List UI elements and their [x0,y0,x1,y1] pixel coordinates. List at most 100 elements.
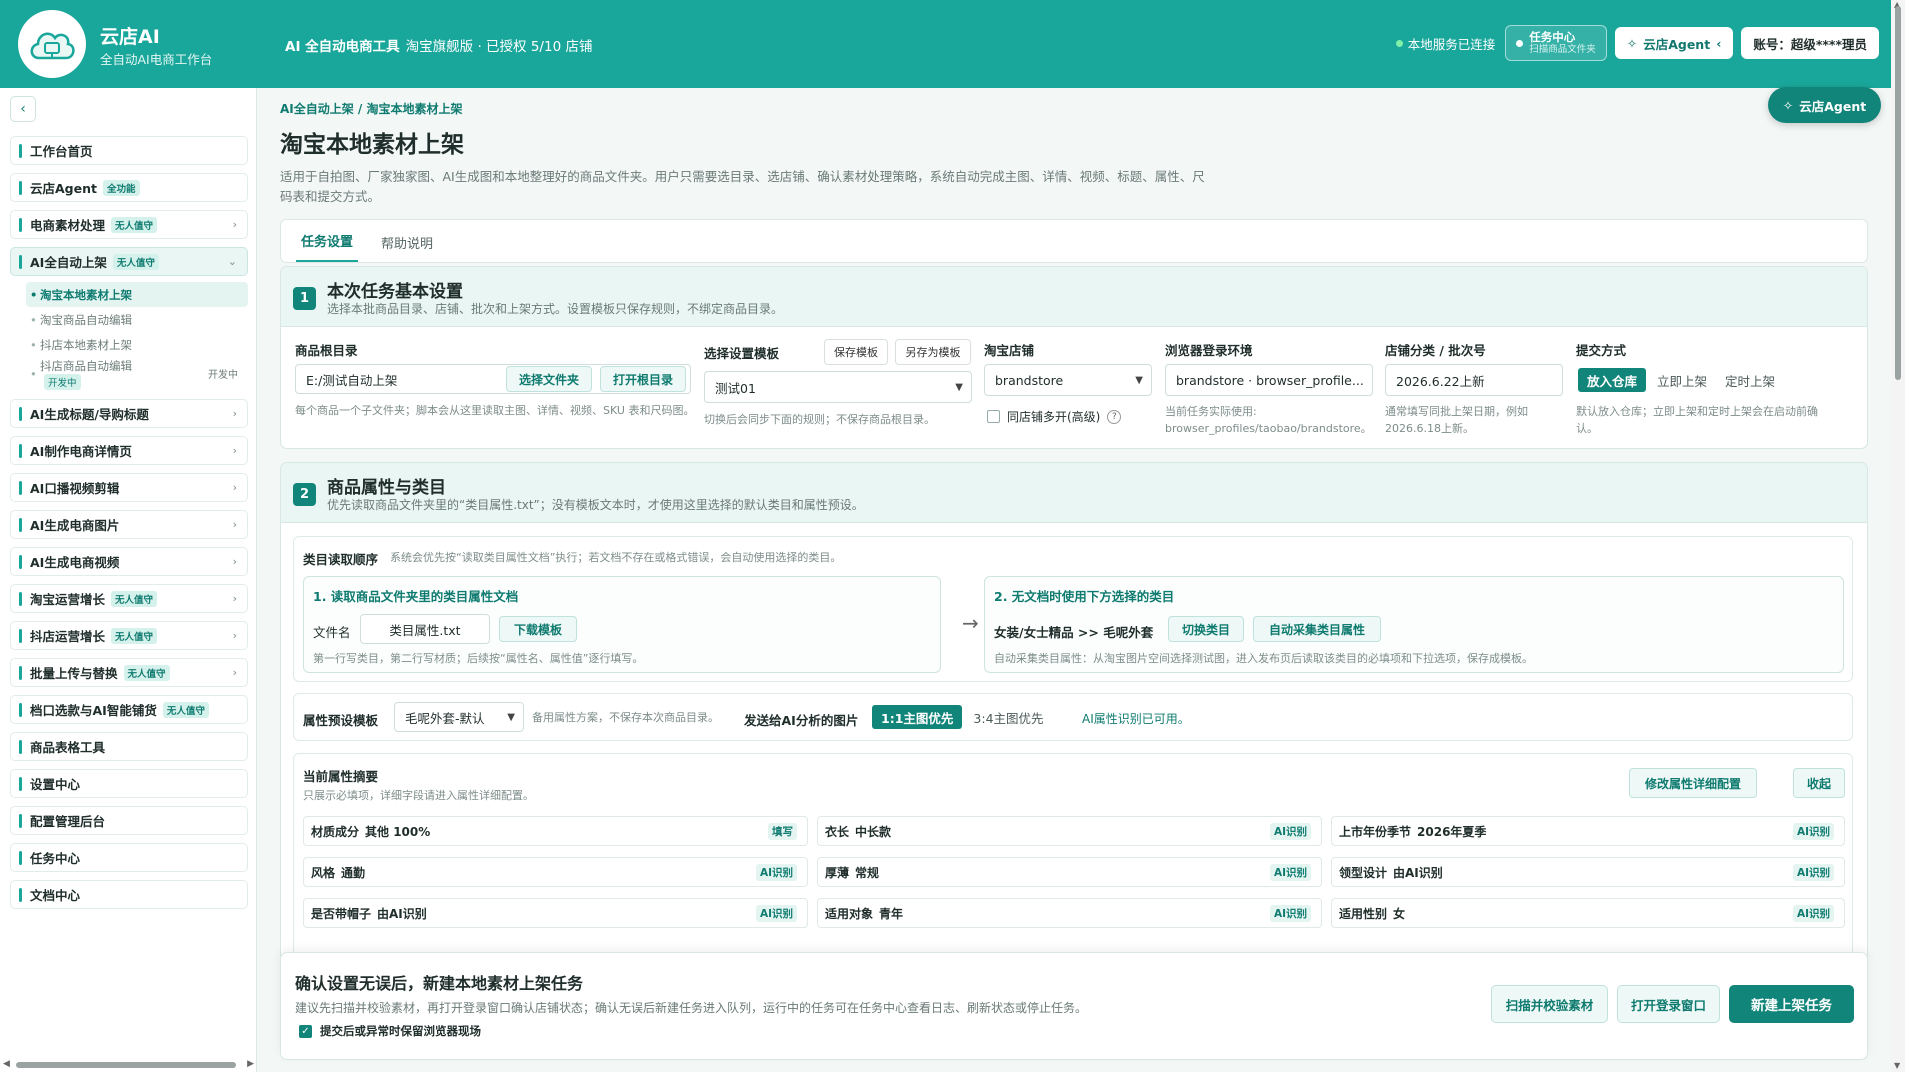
edit-attribute-config-button[interactable]: 修改属性详细配置 [1629,768,1757,798]
sidebar-item-taobao-growth[interactable]: 淘宝运营增长 无人值守 › [10,584,248,613]
account-button[interactable]: 账号：超级****理员 [1741,27,1879,59]
sidebar-item-stall-selection[interactable]: 档口选款与AI智能铺货 无人值守 [10,695,248,724]
sidebar-item-ai-video-edit[interactable]: AI口播视频剪辑 › [10,473,248,502]
attribute-cell[interactable]: 适用对象 青年 AI识别 [817,898,1322,928]
browser-hint: 当前任务实际使用: browser_profiles/taobao/brandst… [1165,405,1372,435]
collapse-button[interactable]: 收起 [1793,768,1845,798]
sidebar-subitem-taobao-edit[interactable]: 淘宝商品自动编辑 [26,307,248,332]
sidebar-submenu: 淘宝本地素材上架 淘宝商品自动编辑 抖店本地素材上架 抖店商品自动编辑 开发中 … [26,282,248,391]
sidebar-item-admin[interactable]: 配置管理后台 [10,806,248,835]
sidebar-item-docs[interactable]: 文档中心 [10,880,248,909]
sidebar-item-douyin-growth[interactable]: 抖店运营增长 无人值守 › [10,621,248,650]
read-doc-title: 1. 读取商品文件夹里的类目属性文档 [313,589,519,604]
attribute-cell[interactable]: 领型设计 由AI识别 AI识别 [1331,857,1845,887]
attribute-cell[interactable]: 上市年份季节 2026年夏季 AI识别 [1331,816,1845,846]
status-badge: 无人值守 [162,701,209,718]
sidebar-item-table-tool[interactable]: 商品表格工具 [10,732,248,761]
switch-category-button[interactable]: 切换类目 [1168,616,1244,642]
save-template-button[interactable]: 保存模板 [824,339,888,365]
submit-scheduled-option[interactable]: 定时上架 [1716,366,1784,394]
section-title: 本次任务基本设置 [327,282,463,302]
multi-open-option[interactable]: 同店铺多开(高级) ? [987,408,1122,425]
attribute-tag: AI识别 [1269,904,1311,922]
read-doc-hint: 第一行写类目，第二行写材质；后续按“属性名、属性值”逐行填写。 [313,652,644,665]
keep-browser-checkbox[interactable]: ✓ [299,1024,312,1038]
save-as-template-button[interactable]: 另存为模板 [895,339,971,365]
sidebar-item-ai-video[interactable]: AI生成电商视频 › [10,547,248,576]
sidebar-subitem-taobao-local[interactable]: 淘宝本地素材上架 [26,282,248,307]
attribute-cell[interactable]: 风格 通勤 AI识别 [303,857,808,887]
attribute-cell[interactable]: 厚薄 常规 AI识别 [817,857,1322,887]
agent-button[interactable]: ✧ 云店Agent ‹ [1614,27,1734,59]
status-badge: 无人值守 [112,253,159,270]
file-name-input[interactable]: 类目属性.txt [360,614,490,644]
section-subtitle: 优先读取商品文件夹里的“类目属性.txt”；没有模板文本时，才使用这里选择的默认… [327,498,864,512]
submit-method-toggle: 放入仓库 立即上架 定时上架 [1576,366,1784,394]
breadcrumb[interactable]: AI全自动上架 / 淘宝本地素材上架 [280,100,1868,117]
tab-help[interactable]: 帮助说明 [376,233,438,262]
attribute-cell[interactable]: 衣长 中长款 AI识别 [817,816,1322,846]
create-listing-task-button[interactable]: 新建上架任务 [1729,985,1854,1023]
submit-warehouse-option[interactable]: 放入仓库 [1578,368,1647,392]
scroll-left-icon[interactable]: ◀ [3,1059,10,1069]
sidebar-item-ai-title[interactable]: AI生成标题/导购标题 › [10,399,248,428]
tab-task-settings[interactable]: 任务设置 [296,231,359,262]
brand-subtitle: 全自动AI电商工作台 [100,52,213,67]
chevron-right-icon: › [232,407,237,420]
sidebar-subitem-douyin-edit[interactable]: 抖店商品自动编辑 开发中 开发中 [26,357,248,391]
sparkle-icon: ✧ [1782,97,1794,113]
scroll-down-icon[interactable]: ▼ [1894,1061,1900,1070]
page-vertical-scrollbar[interactable]: ▲ ▼ [1891,0,1905,1072]
task-center-button[interactable]: 任务中心 扫描商品文件夹 [1505,25,1607,61]
sidebar-horizontal-scrollbar[interactable]: ◀ ▶ [0,1058,257,1072]
keep-browser-option[interactable]: ✓ 提交后或异常时保留浏览器现场 [299,1023,481,1039]
sidebar-item-material[interactable]: 电商素材处理 无人值守 › [10,210,248,239]
portrait-main-image-option[interactable]: 3:4主图优先 [964,703,1052,731]
preset-select[interactable]: 毛呢外套-默认 ▼ [394,702,524,732]
scrollbar-thumb[interactable] [1895,6,1901,380]
preset-hint: 备用属性方案，不保存本次商品目录。 [532,711,719,724]
download-template-button[interactable]: 下载模板 [499,616,577,642]
template-label: 选择设置模板 [704,346,780,361]
multi-open-checkbox[interactable] [987,410,1000,423]
open-login-window-button[interactable]: 打开登录窗口 [1617,985,1720,1023]
send-images-label: 发送给AI分析的图片 [744,713,859,728]
open-root-button[interactable]: 打开根目录 [600,366,686,392]
status-badge: 无人值守 [111,216,158,233]
batch-input[interactable]: 2026.6.22上新 [1385,364,1563,396]
sidebar-item-task-center[interactable]: 任务中心 [10,843,248,872]
submit-now-option[interactable]: 立即上架 [1648,366,1716,394]
sidebar-item-agent[interactable]: 云店Agent 全功能 [10,173,248,202]
ai-status-text: AI属性识别已可用。 [1082,712,1190,726]
sidebar-subitem-douyin-local[interactable]: 抖店本地素材上架 [26,332,248,357]
auto-collect-button[interactable]: 自动采集类目属性 [1253,616,1381,642]
help-icon[interactable]: ? [1107,409,1122,424]
read-doc-box: 1. 读取商品文件夹里的类目属性文档 文件名 类目属性.txt 下载模板 第一行… [303,576,941,673]
attribute-cell[interactable]: 适用性别女 AI识别 [1331,898,1845,928]
sidebar-item-ai-image[interactable]: AI生成电商图片 › [10,510,248,539]
scrollbar-thumb[interactable] [16,1062,236,1068]
choose-folder-button[interactable]: 选择文件夹 [506,366,592,392]
sidebar-item-home[interactable]: 工作台首页 [10,136,248,165]
scroll-right-icon[interactable]: ▶ [247,1059,254,1069]
attribute-tag: 填写 [768,822,797,840]
square-main-image-option[interactable]: 1:1主图优先 [872,705,963,729]
sidebar-item-settings[interactable]: 设置中心 [10,769,248,798]
sidebar-item-batch-upload[interactable]: 批量上传与替换 无人值守 › [10,658,248,687]
tab-bar: 任务设置 帮助说明 [280,219,1868,263]
sidebar-item-ai-detail[interactable]: AI制作电商详情页 › [10,436,248,465]
browser-profile-input[interactable]: brandstore · browser_profile... [1165,364,1373,396]
preset-label: 属性预设模板 [303,713,379,728]
sidebar-item-auto-listing[interactable]: AI全自动上架 无人值守 ⌄ [10,247,248,276]
category-order-label: 类目读取顺序 [303,552,379,567]
template-select[interactable]: 测试01 ▼ [704,371,972,403]
floating-agent-button[interactable]: ✧ 云店Agent [1768,87,1881,123]
scan-validate-button[interactable]: 扫描并校验素材 [1491,985,1608,1023]
file-name-label: 文件名 [313,625,351,640]
attribute-cell[interactable]: 是否带帽子 由AI识别 AI识别 [303,898,808,928]
attribute-tag: AI识别 [755,863,797,881]
root-dir-label: 商品根目录 [295,343,358,358]
collapse-sidebar-button[interactable]: ‹ [10,96,36,122]
attribute-cell[interactable]: 材质成分 其他 100% 填写 [303,816,808,846]
shop-select[interactable]: brandstore ▼ [984,364,1152,396]
